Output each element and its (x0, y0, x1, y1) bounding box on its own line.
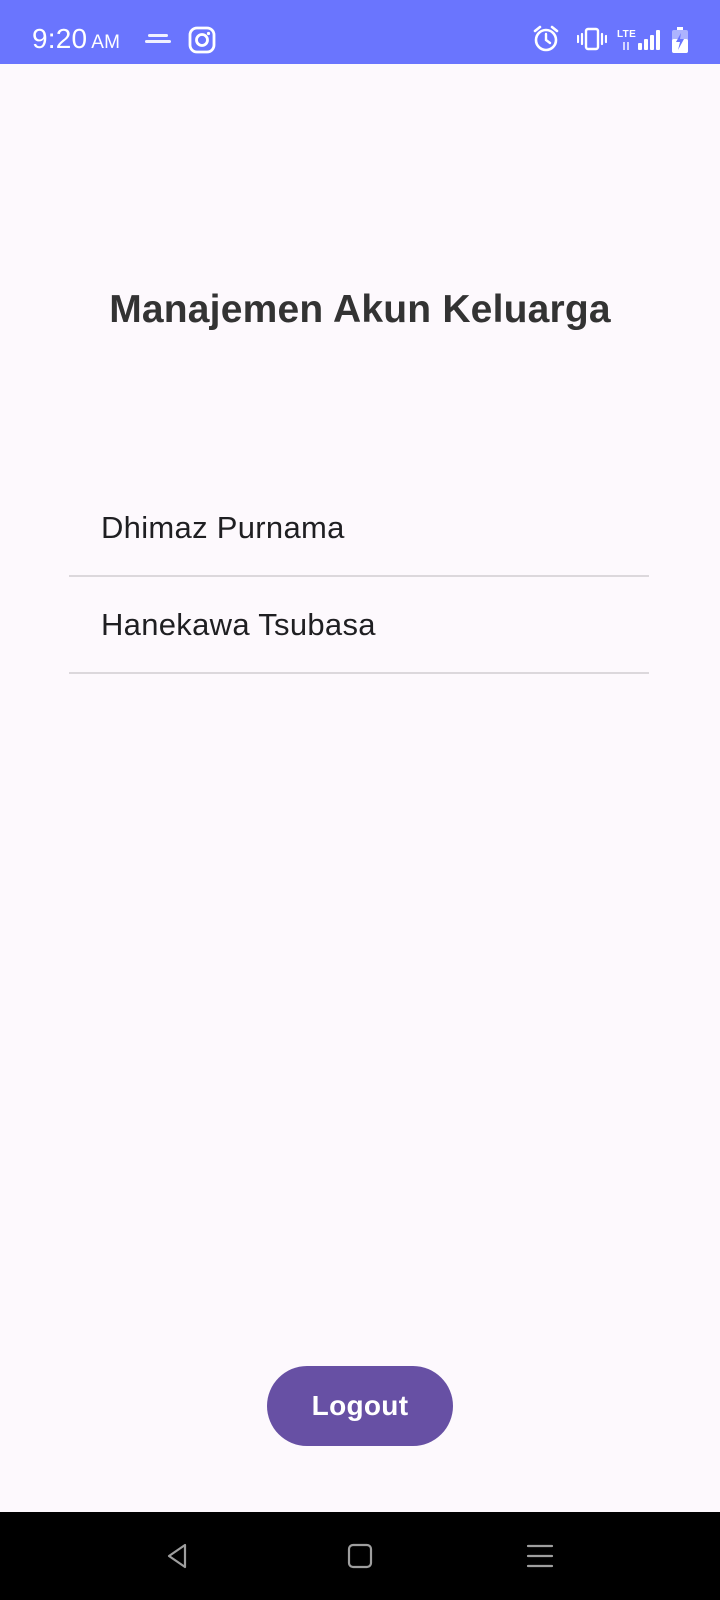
member-name: Dhimaz Purnama (101, 510, 345, 545)
logout-button[interactable]: Logout (267, 1366, 453, 1446)
family-member-list: Dhimaz Purnama Hanekawa Tsubasa (69, 480, 649, 674)
menu-icon (526, 1544, 554, 1568)
back-button[interactable] (154, 1532, 202, 1580)
navigation-bar (0, 1512, 720, 1600)
weather-icon (145, 34, 171, 43)
page-title: Manajemen Akun Keluarga (109, 288, 611, 331)
menu-button[interactable] (516, 1532, 564, 1580)
status-time-value: 9:20 (32, 23, 88, 54)
member-name: Hanekawa Tsubasa (101, 607, 376, 642)
status-bar: 9:20 AM LTE (0, 0, 720, 64)
list-item[interactable]: Dhimaz Purnama (69, 480, 649, 577)
home-icon (347, 1543, 373, 1569)
battery-charging-icon (672, 27, 688, 53)
signal-icon (623, 30, 660, 50)
alarm-icon (533, 25, 559, 52)
status-time-ampm: AM (91, 32, 121, 53)
status-time: 9:20 AM (32, 24, 120, 58)
home-button[interactable] (336, 1532, 384, 1580)
list-item[interactable]: Hanekawa Tsubasa (69, 577, 649, 674)
back-icon (167, 1543, 187, 1569)
vibrate-icon (577, 27, 607, 51)
instagram-icon (188, 26, 216, 54)
